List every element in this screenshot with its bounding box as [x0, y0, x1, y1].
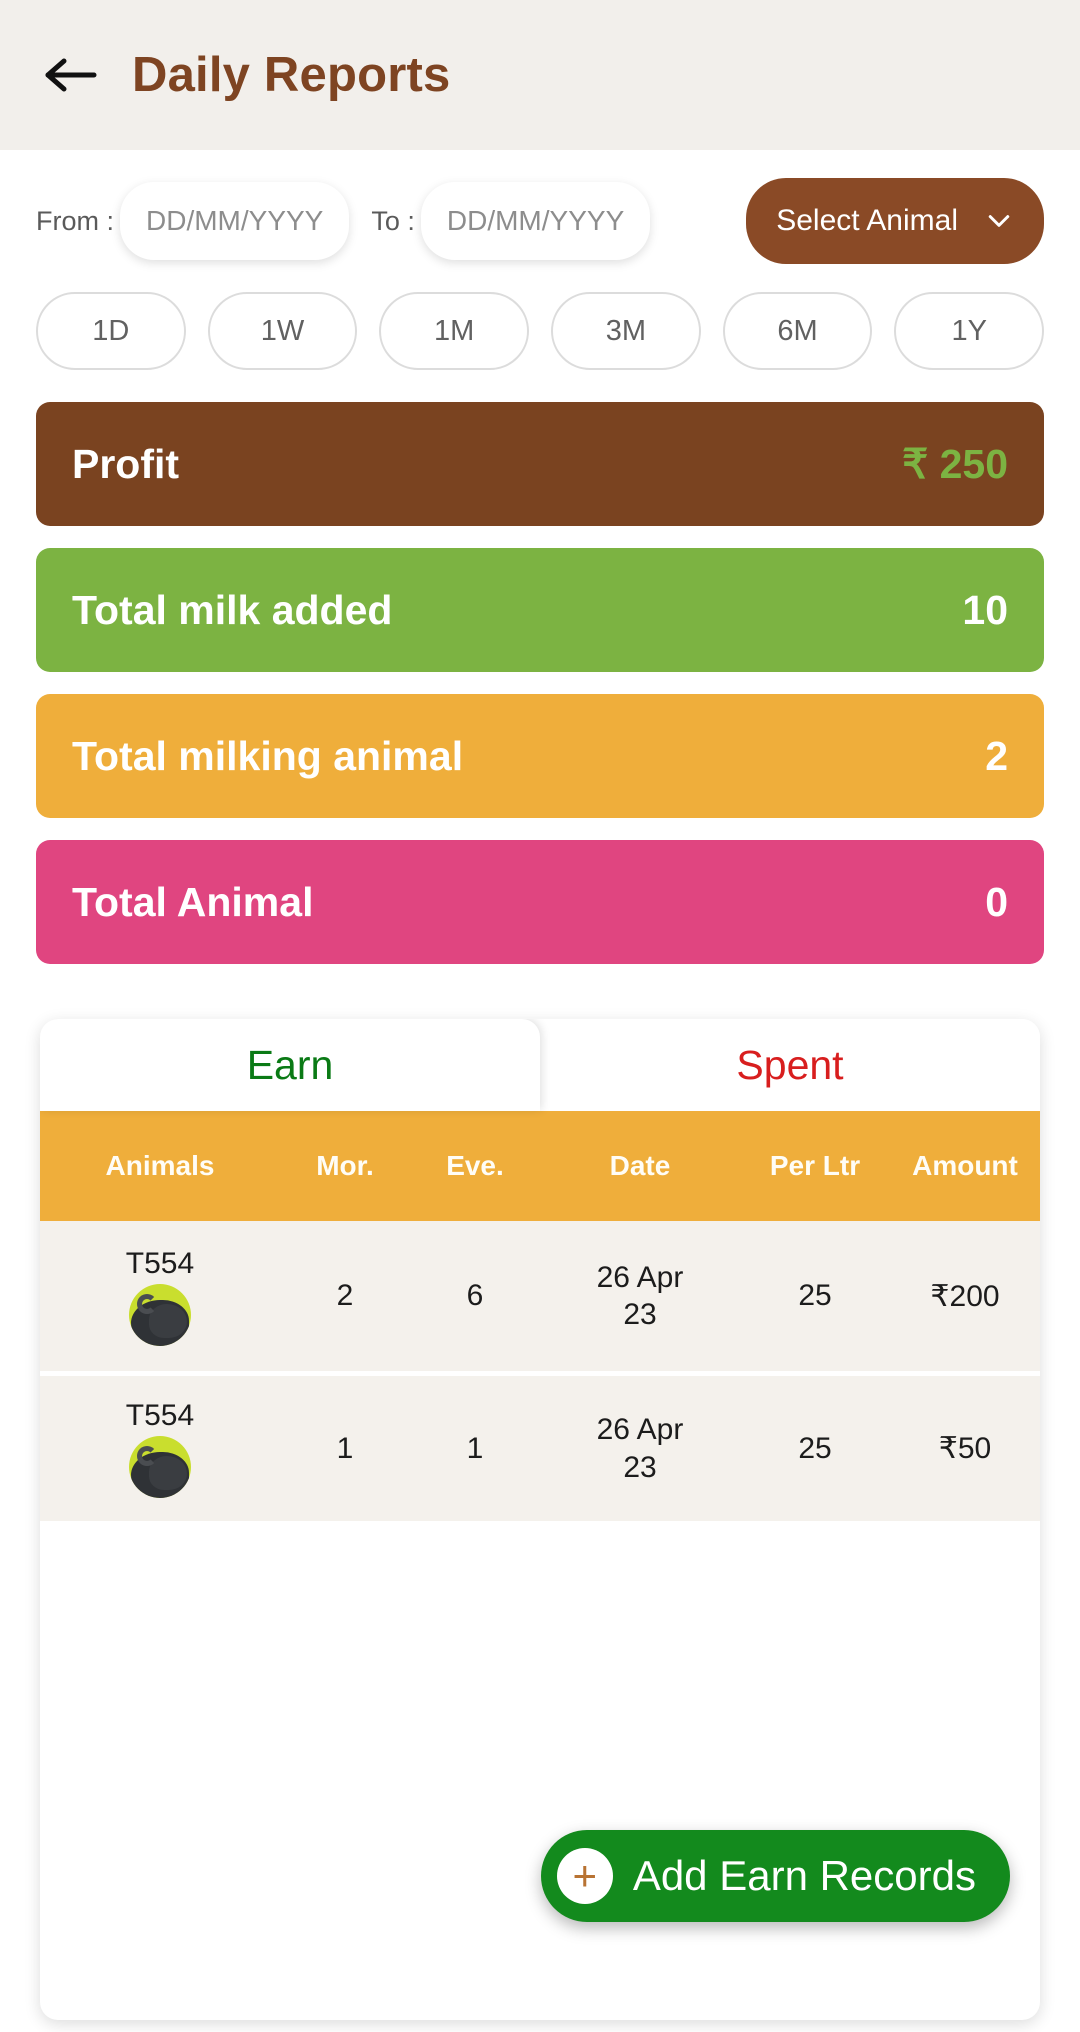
cell-date: 26 Apr 23	[540, 1259, 740, 1334]
arrow-left-icon[interactable]	[44, 48, 98, 102]
select-animal-label: Select Animal	[776, 204, 958, 238]
animal-tag: T554	[126, 1247, 194, 1281]
select-animal-dropdown[interactable]: Select Animal	[746, 178, 1044, 264]
animal-tag: T554	[126, 1399, 194, 1433]
add-earn-records-button[interactable]: + Add Earn Records	[541, 1830, 1010, 1922]
cell-date-year: 23	[540, 1296, 740, 1334]
cell-amount: ₹200	[890, 1279, 1040, 1314]
cell-date-year: 23	[540, 1449, 740, 1487]
tab-earn[interactable]: Earn	[40, 1019, 540, 1111]
cell-per-ltr: 25	[740, 1432, 890, 1466]
tab-spent[interactable]: Spent	[540, 1019, 1040, 1111]
filter-bar: From : DD/MM/YYYY To : DD/MM/YYYY Select…	[0, 150, 1080, 264]
records-tab-bar: Earn Spent	[40, 1019, 1040, 1111]
cell-animal: T554	[40, 1247, 280, 1346]
app-header: Daily Reports	[0, 0, 1080, 150]
to-label: To :	[371, 206, 415, 237]
table-row[interactable]: T554 2 6 26 Apr 23 25 ₹200	[40, 1221, 1040, 1371]
table-row[interactable]: T554 1 1 26 Apr 23 25 ₹50	[40, 1371, 1040, 1521]
stat-card-profit: Profit ₹ 250	[36, 402, 1044, 526]
stat-label: Total Animal	[72, 879, 313, 926]
records-card: Earn Spent Animals Mor. Eve. Date Per Lt…	[40, 1019, 1040, 2020]
column-header-amount: Amount	[890, 1150, 1040, 1182]
cell-per-ltr: 25	[740, 1279, 890, 1313]
table-header-row: Animals Mor. Eve. Date Per Ltr Amount	[40, 1111, 1040, 1221]
buffalo-avatar-icon	[129, 1284, 191, 1346]
column-header-morning: Mor.	[280, 1150, 410, 1182]
stat-card-total-animal: Total Animal 0	[36, 840, 1044, 964]
range-chip-1y[interactable]: 1Y	[894, 292, 1044, 370]
daily-reports-screen: Daily Reports From : DD/MM/YYYY To : DD/…	[0, 0, 1080, 2032]
cell-morning: 2	[280, 1279, 410, 1313]
column-header-evening: Eve.	[410, 1150, 540, 1182]
column-header-date: Date	[540, 1150, 740, 1182]
range-chip-1w[interactable]: 1W	[208, 292, 358, 370]
plus-icon: +	[557, 1848, 613, 1904]
from-label: From :	[36, 206, 114, 237]
range-chip-1m[interactable]: 1M	[379, 292, 529, 370]
stat-card-total-milking-animal: Total milking animal 2	[36, 694, 1044, 818]
stat-value: ₹ 250	[902, 440, 1008, 488]
stat-label: Total milk added	[72, 587, 392, 634]
from-date-input[interactable]: DD/MM/YYYY	[120, 182, 349, 260]
cell-evening: 6	[410, 1279, 540, 1313]
stat-value: 10	[962, 587, 1008, 634]
range-chip-1d[interactable]: 1D	[36, 292, 186, 370]
range-chip-3m[interactable]: 3M	[551, 292, 701, 370]
add-earn-records-label: Add Earn Records	[633, 1852, 976, 1900]
cell-date-day: 26 Apr	[540, 1411, 740, 1449]
buffalo-avatar-icon	[129, 1436, 191, 1498]
range-chip-6m[interactable]: 6M	[723, 292, 873, 370]
cell-evening: 1	[410, 1432, 540, 1466]
summary-cards: Profit ₹ 250 Total milk added 10 Total m…	[0, 370, 1080, 964]
cell-date-day: 26 Apr	[540, 1259, 740, 1297]
stat-value: 0	[985, 879, 1008, 926]
cell-animal: T554	[40, 1399, 280, 1498]
cell-morning: 1	[280, 1432, 410, 1466]
stat-card-total-milk-added: Total milk added 10	[36, 548, 1044, 672]
cell-amount: ₹50	[890, 1431, 1040, 1466]
to-date-input[interactable]: DD/MM/YYYY	[421, 182, 650, 260]
stat-label: Profit	[72, 441, 179, 488]
cell-date: 26 Apr 23	[540, 1411, 740, 1486]
column-header-per-ltr: Per Ltr	[740, 1150, 890, 1182]
to-date-placeholder: DD/MM/YYYY	[447, 205, 624, 237]
range-chip-group: 1D 1W 1M 3M 6M 1Y	[0, 264, 1080, 370]
chevron-down-icon	[984, 206, 1014, 236]
page-title: Daily Reports	[132, 47, 450, 103]
column-header-animals: Animals	[40, 1150, 280, 1182]
stat-value: 2	[985, 733, 1008, 780]
stat-label: Total milking animal	[72, 733, 463, 780]
from-date-placeholder: DD/MM/YYYY	[146, 205, 323, 237]
